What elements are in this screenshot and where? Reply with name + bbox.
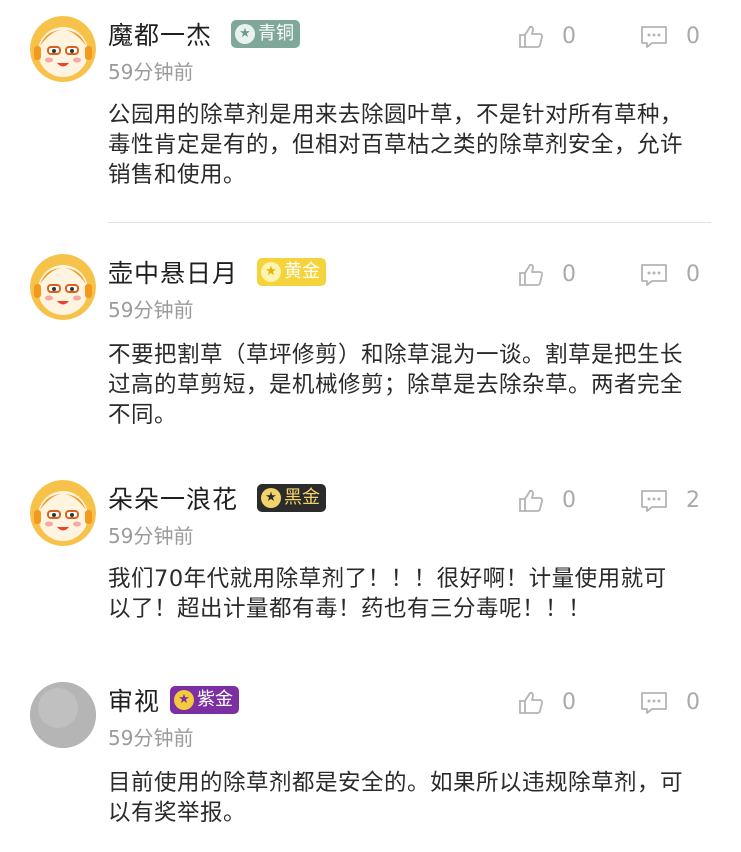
gray-avatar-icon (30, 682, 96, 748)
level-badge: ★ 紫金 (170, 686, 239, 714)
comment-item: 审视 ★ 紫金 59分钟前 0 0 目前使用的除草剂都是安全的。如果所以违规除草… (0, 682, 741, 842)
divider (108, 222, 711, 223)
like-button[interactable]: 0 (518, 690, 576, 715)
comment-text: 我们70年代就用除草剂了！！！很好啊！计量使用就可以了！超出计量都有毒！药也有三… (108, 566, 667, 622)
thumbs-up-icon (519, 489, 543, 512)
like-count: 0 (562, 690, 576, 715)
cartoon-avatar-icon (30, 480, 96, 546)
comment-text: 目前使用的除草剂都是安全的。如果所以违规除草剂，可以有奖举报。 (108, 770, 684, 826)
reply-count: 0 (686, 262, 700, 287)
username[interactable]: 壶中悬日月 (108, 254, 238, 290)
comment-item: 朵朵一浪花 ★ 黑金 59分钟前 0 2 我们70年代就用除草剂了！！！很好啊！… (0, 480, 741, 660)
reply-count: 2 (686, 488, 700, 513)
badge-label: 黄金 (284, 261, 320, 282)
cartoon-avatar-icon (30, 16, 96, 82)
badge-label: 黑金 (284, 487, 320, 508)
username[interactable]: 魔都一杰 (108, 16, 212, 52)
avatar[interactable] (30, 682, 96, 748)
comment-bubble-icon (641, 263, 667, 286)
username[interactable]: 审视 (108, 682, 160, 718)
comment-bubble-icon (641, 489, 667, 512)
comment-bubble-icon (641, 25, 667, 48)
like-button[interactable]: 0 (518, 24, 576, 49)
comment-bubble-icon (641, 691, 667, 714)
comment-text: 不要把割草（草坪修剪）和除草混为一谈。割草是把生长过高的草剪短，是机械修剪；除草… (108, 342, 684, 428)
like-count: 0 (562, 262, 576, 287)
reply-button[interactable]: 2 (640, 488, 700, 513)
like-button[interactable]: 0 (518, 262, 576, 287)
avatar[interactable] (30, 16, 96, 82)
reply-count: 0 (686, 690, 700, 715)
star-icon: ★ (174, 690, 194, 710)
avatar[interactable] (30, 480, 96, 546)
like-button[interactable]: 0 (518, 488, 576, 513)
star-icon: ★ (235, 24, 255, 44)
badge-label: 青铜 (258, 23, 294, 44)
timestamp: 59分钟前 (108, 726, 194, 750)
username[interactable]: 朵朵一浪花 (108, 480, 238, 516)
like-count: 0 (562, 488, 576, 513)
comment-list: 魔都一杰 ★ 青铜 59分钟前 0 0 公园用的除草剂是用来去除圆叶草，不是针对… (0, 0, 741, 852)
thumbs-up-icon (519, 691, 543, 714)
star-icon: ★ (261, 262, 281, 282)
reply-button[interactable]: 0 (640, 262, 700, 287)
timestamp: 59分钟前 (108, 60, 194, 84)
reply-button[interactable]: 0 (640, 690, 700, 715)
level-badge: ★ 黑金 (257, 484, 326, 512)
badge-label: 紫金 (197, 689, 233, 710)
cartoon-avatar-icon (30, 254, 96, 320)
comment-item: 魔都一杰 ★ 青铜 59分钟前 0 0 公园用的除草剂是用来去除圆叶草，不是针对… (0, 16, 741, 216)
comment-item: 壶中悬日月 ★ 黄金 59分钟前 0 0 不要把割草（草坪修剪）和除草混为一谈。… (0, 254, 741, 444)
level-badge: ★ 青铜 (231, 20, 300, 48)
timestamp: 59分钟前 (108, 298, 194, 322)
reply-count: 0 (686, 24, 700, 49)
timestamp: 59分钟前 (108, 524, 194, 548)
star-icon: ★ (261, 488, 281, 508)
level-badge: ★ 黄金 (257, 258, 326, 286)
like-count: 0 (562, 24, 576, 49)
comment-text: 公园用的除草剂是用来去除圆叶草，不是针对所有草种，毒性肯定是有的，但相对百草枯之… (108, 102, 684, 188)
reply-button[interactable]: 0 (640, 24, 700, 49)
thumbs-up-icon (519, 25, 543, 48)
avatar[interactable] (30, 254, 96, 320)
thumbs-up-icon (519, 263, 543, 286)
